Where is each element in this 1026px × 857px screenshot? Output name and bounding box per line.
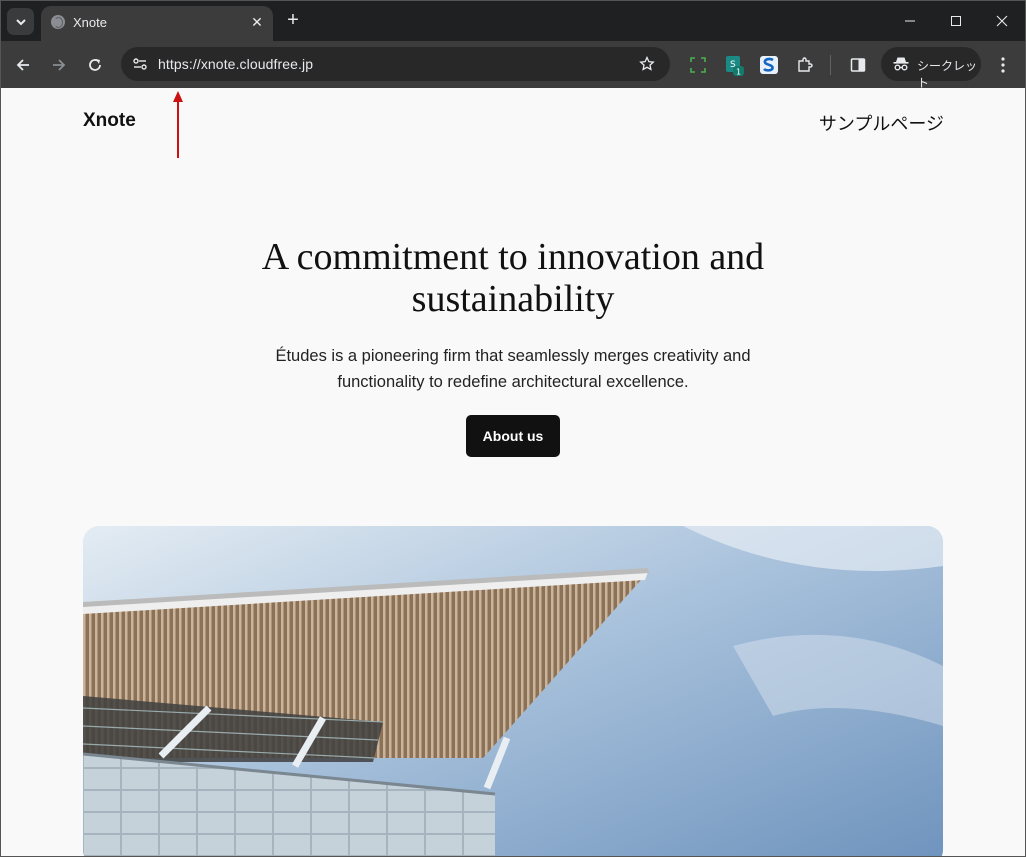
toolbar-divider [830, 55, 831, 75]
reload-icon [89, 59, 101, 71]
site-info-icon[interactable] [129, 53, 151, 75]
browser-tab[interactable]: Xnote ✕ [41, 6, 273, 41]
nav-link-sample-page[interactable]: サンプルページ [819, 110, 944, 136]
capture-extension-icon[interactable] [686, 53, 710, 77]
bookmark-star-icon[interactable] [635, 52, 659, 76]
hero-description: Études is a pioneering firm that seamles… [1, 343, 1025, 395]
about-us-button[interactable]: About us [466, 415, 560, 457]
minimize-button[interactable] [887, 0, 933, 41]
url-text[interactable]: https://xnote.cloudfree.jp [158, 56, 313, 72]
forward-button[interactable] [45, 51, 73, 79]
maximize-button[interactable] [933, 0, 979, 41]
side-panel-icon[interactable] [846, 53, 870, 77]
browser-titlebar: Xnote ✕ + [0, 0, 1026, 41]
puzzle-icon[interactable] [793, 53, 817, 77]
hero-description-line: functionality to redefine architectural … [337, 373, 689, 391]
close-window-button[interactable] [979, 0, 1025, 41]
tab-search-button[interactable] [7, 8, 34, 35]
new-tab-button[interactable]: + [281, 9, 305, 33]
tab-title: Xnote [73, 15, 107, 30]
extension-icon[interactable]: S1 [722, 53, 746, 77]
hero-heading-line: A commitment to innovation and [261, 236, 765, 278]
hero-description-line: Études is a pioneering firm that seamles… [275, 347, 751, 365]
minimize-icon [905, 20, 915, 21]
page-viewport: Xnote サンプルページ A commitment to innovation… [1, 88, 1025, 856]
reload-button[interactable] [81, 51, 109, 79]
maximize-icon [951, 15, 961, 26]
back-button[interactable] [9, 51, 37, 79]
address-bar[interactable]: https://xnote.cloudfree.jp [121, 47, 670, 81]
hero-building-image [83, 526, 943, 856]
s-extension-icon[interactable] [757, 53, 781, 77]
hero-heading: A commitment to innovation and sustainab… [1, 236, 1025, 320]
back-icon [16, 59, 29, 71]
close-icon [996, 15, 1008, 26]
kebab-menu-icon[interactable] [991, 53, 1015, 77]
browser-toolbar: https://xnote.cloudfree.jp S1 シークレット [0, 41, 1026, 90]
site-title-link[interactable]: Xnote [83, 110, 136, 132]
forward-icon [53, 59, 66, 71]
close-tab-icon[interactable]: ✕ [247, 12, 267, 32]
globe-icon [51, 15, 65, 29]
chevron-down-icon [15, 18, 26, 25]
incognito-indicator[interactable]: シークレット [881, 47, 981, 90]
incognito-icon [891, 54, 911, 74]
incognito-label: シークレット [917, 59, 978, 90]
hero-heading-line: sustainability [411, 278, 615, 320]
extension-badge: 1 [736, 68, 741, 77]
